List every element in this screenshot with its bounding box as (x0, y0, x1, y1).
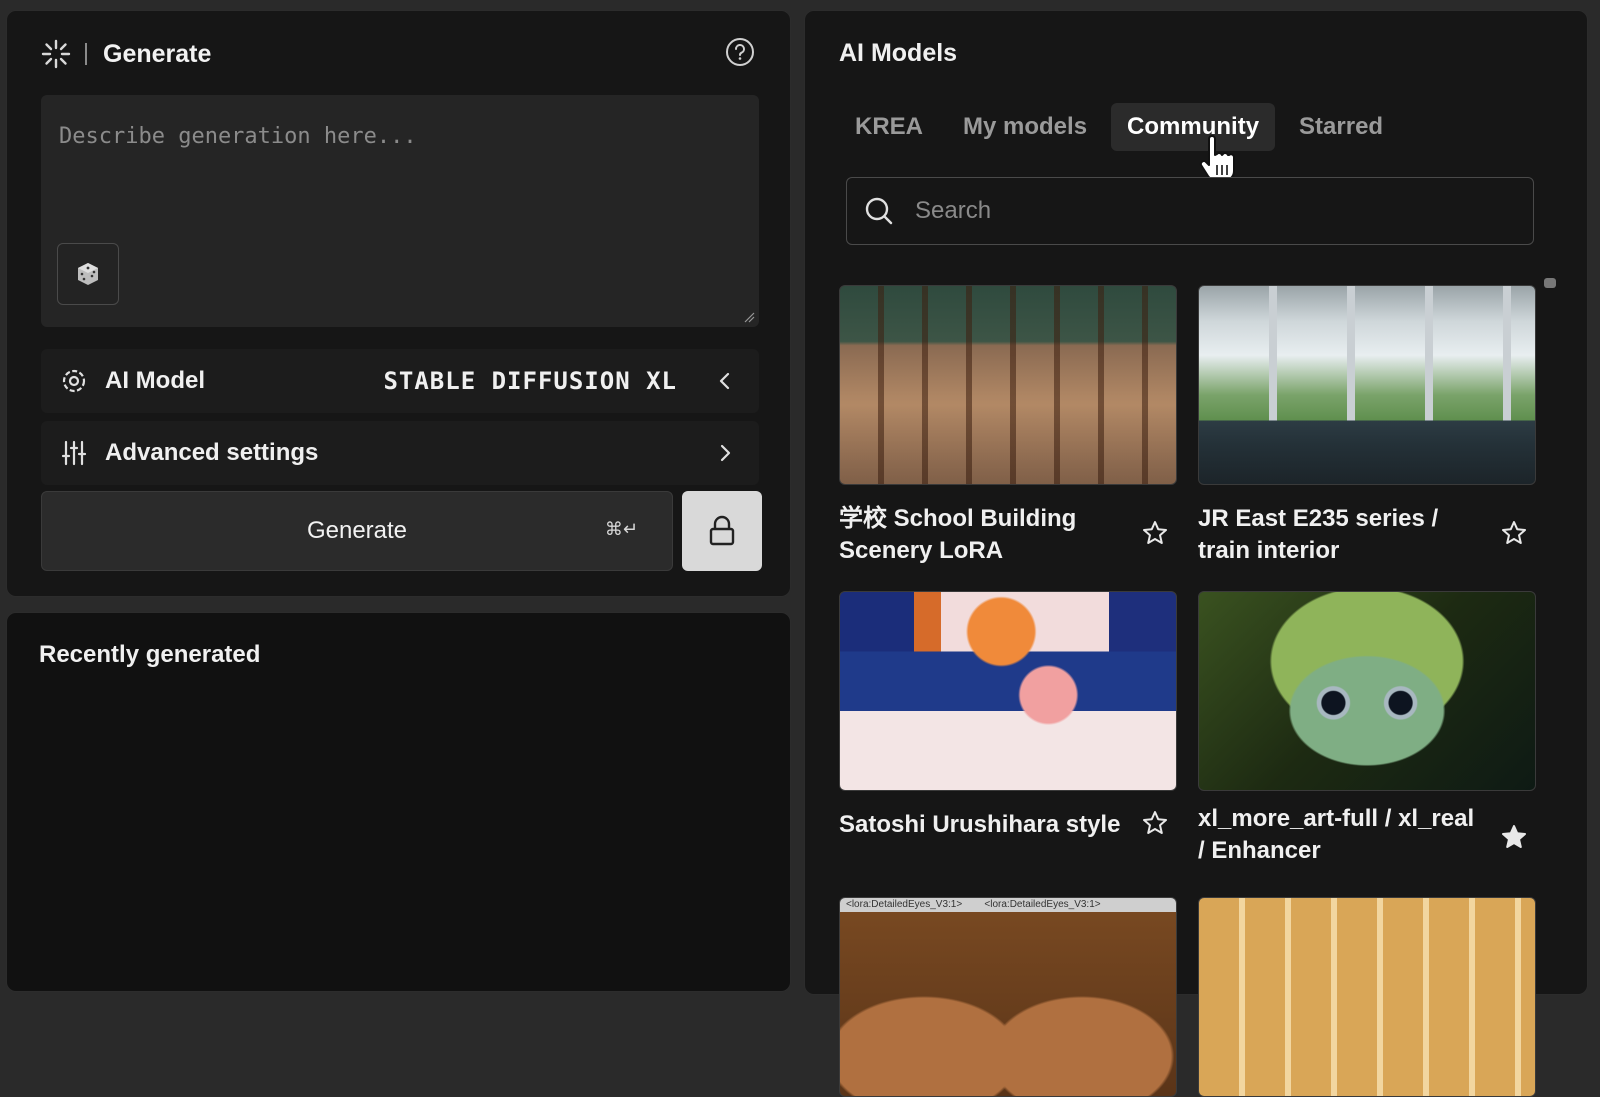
generate-button[interactable]: Generate ⌘↵ (41, 491, 673, 571)
ai-models-panel: AI Models KREA My models Community Starr… (804, 10, 1588, 1097)
chevron-right-icon (720, 444, 731, 462)
random-prompt-button[interactable] (57, 243, 119, 305)
header-divider (85, 43, 87, 65)
ai-model-selector[interactable]: AI Model STABLE DIFFUSION XL (41, 349, 759, 413)
model-thumbnail-train-interior[interactable] (1198, 285, 1536, 485)
search-icon (865, 197, 893, 225)
generate-panel: Generate Describe generation here... AI … (6, 10, 791, 597)
star-filled-icon[interactable] (1500, 823, 1528, 851)
model-gear-icon (59, 366, 89, 396)
star-outline-icon[interactable] (1141, 809, 1169, 837)
ai-model-value: STABLE DIFFUSION XL (383, 367, 677, 395)
lock-icon (709, 515, 735, 546)
prompt-input[interactable] (57, 115, 721, 157)
model-card-title: 学校 School Building Scenery LoRA (839, 505, 1077, 564)
model-thumbnail-portraits[interactable]: <lora:DetailedEyes_V3:1> <lora:DetailedE… (839, 897, 1177, 1097)
tab-my-models[interactable]: My models (947, 103, 1103, 151)
tab-community[interactable]: Community (1111, 103, 1276, 151)
generate-header: Generate (41, 39, 211, 69)
sparkle-loader-icon (41, 39, 71, 69)
tab-starred[interactable]: Starred (1283, 103, 1399, 151)
model-thumbnail-anime-robot[interactable] (839, 591, 1177, 791)
chevron-left-icon (719, 372, 730, 390)
star-outline-icon[interactable] (1141, 519, 1169, 547)
model-card[interactable]: xl_more_art-full / xl_real / Enhancer (1198, 591, 1536, 864)
thumbnail-caption-text: <lora:DetailedEyes_V3:1> <lora:DetailedE… (846, 899, 1101, 910)
model-thumbnail-train-carriage[interactable] (1198, 897, 1536, 1097)
recently-generated-title: Recently generated (39, 641, 261, 668)
sliders-icon (59, 438, 89, 468)
star-outline-icon[interactable] (1500, 519, 1528, 547)
scrollbar-thumb[interactable] (1544, 278, 1556, 288)
lock-button[interactable] (682, 491, 762, 571)
model-thumbnail-classroom[interactable] (839, 285, 1177, 485)
generate-button-label: Generate (306, 517, 408, 544)
prompt-textarea[interactable] (41, 95, 759, 327)
generate-title: Generate (103, 39, 212, 68)
model-tabs: KREA My models Community Starred (839, 103, 1399, 151)
resize-grip-icon[interactable] (743, 311, 755, 323)
recently-generated-panel: Recently generated (6, 612, 791, 992)
generate-shortcut-hint: ⌘↵ (604, 519, 638, 540)
model-card[interactable]: 学校 School Building Scenery LoRA (839, 285, 1177, 564)
model-card[interactable]: JR East E235 series / train interior (1198, 285, 1536, 564)
help-icon[interactable] (725, 37, 755, 67)
model-search-box[interactable] (846, 177, 1534, 245)
model-card[interactable]: <lora:DetailedEyes_V3:1> <lora:DetailedE… (839, 897, 1177, 1097)
ai-model-label: AI Model (105, 367, 205, 394)
model-card-title: xl_more_art-full / xl_real / Enhancer (1198, 805, 1475, 864)
model-card[interactable]: Satoshi Urushihara style (839, 591, 1177, 838)
model-thumbnail-green-creature[interactable] (1198, 591, 1536, 791)
advanced-settings-label: Advanced settings (105, 439, 319, 466)
ai-models-title: AI Models (839, 39, 958, 67)
advanced-settings-toggle[interactable]: Advanced settings (41, 421, 759, 485)
tab-krea[interactable]: KREA (839, 103, 939, 151)
dice-icon (78, 263, 98, 285)
model-card-title: Satoshi Urushihara style (839, 811, 1121, 838)
model-card-title: JR East E235 series / train interior (1198, 505, 1439, 564)
model-card[interactable] (1198, 897, 1536, 1097)
search-input[interactable] (913, 196, 1477, 226)
